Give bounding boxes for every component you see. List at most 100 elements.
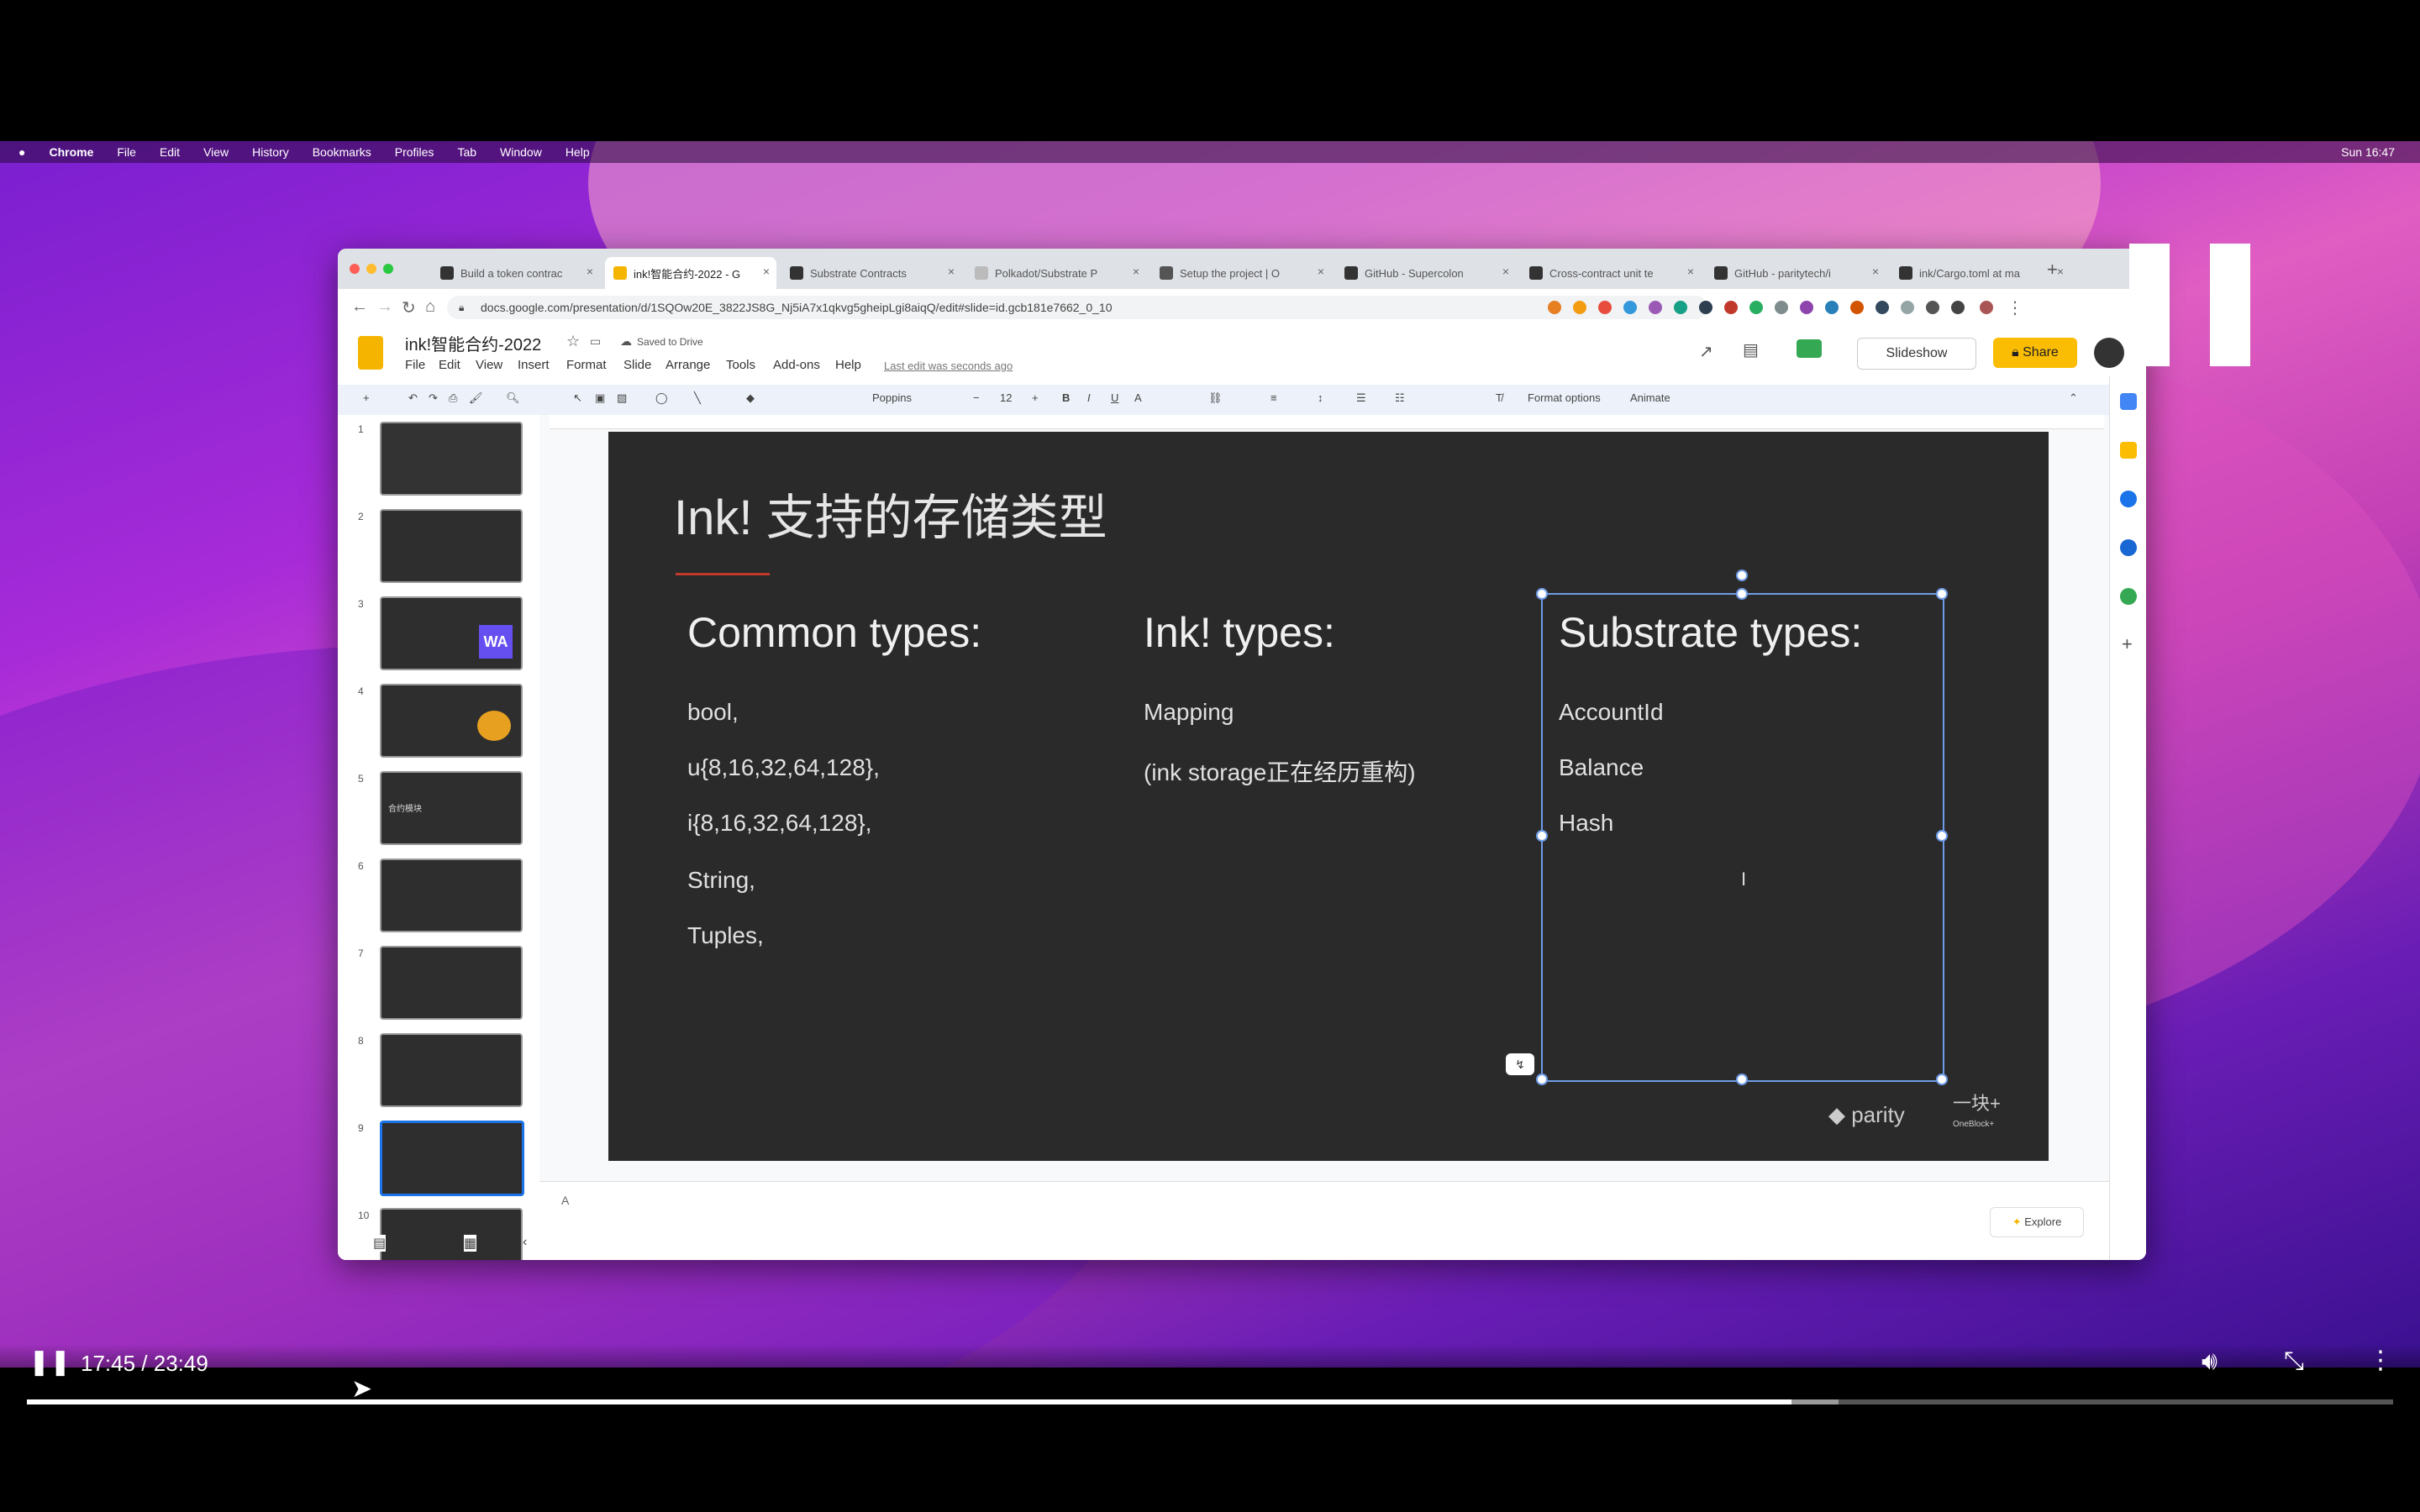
window-close-button[interactable] <box>350 264 360 274</box>
browser-tab[interactable]: Cross-contract unit te × <box>1521 257 1701 289</box>
column-heading-ink[interactable]: Ink! types: <box>1144 608 1335 657</box>
contacts-icon[interactable] <box>2120 539 2137 556</box>
collapse-panel-icon[interactable]: ‹ <box>523 1235 528 1250</box>
volume-icon[interactable]: 🔊︎ <box>2202 1347 2217 1376</box>
meet-icon[interactable] <box>1797 339 1822 358</box>
list-item[interactable]: i{8,16,32,64,128}, <box>687 810 872 837</box>
selected-textbox[interactable] <box>1541 593 1944 1082</box>
extension-icon[interactable] <box>1749 301 1763 314</box>
chrome-menu-icon[interactable]: ⋮ <box>2007 297 2023 318</box>
back-icon[interactable]: ← <box>351 297 368 317</box>
close-icon[interactable]: × <box>1687 265 1694 278</box>
extension-icon[interactable] <box>1649 301 1662 314</box>
extension-icon[interactable] <box>1926 301 1939 314</box>
apple-icon[interactable]: ● <box>18 145 25 159</box>
comment-icon[interactable]: ▤ <box>1743 339 1759 360</box>
browser-tab[interactable]: GitHub - paritytech/i × <box>1706 257 1886 289</box>
extension-icon[interactable] <box>1674 301 1687 314</box>
new-slide-icon[interactable]: + <box>363 391 370 404</box>
add-icon[interactable]: + <box>2122 633 2133 655</box>
font-size-decrease-icon[interactable]: − <box>973 391 980 404</box>
font-size-input[interactable]: 12 <box>1000 391 1012 404</box>
resize-handle[interactable] <box>1536 1074 1548 1085</box>
resize-handle[interactable] <box>1936 588 1948 600</box>
horizontal-ruler[interactable] <box>550 415 2104 429</box>
tasks-icon[interactable] <box>2120 491 2137 507</box>
paint-format-icon[interactable]: 🖌︎ <box>469 391 483 405</box>
resize-handle[interactable] <box>1936 830 1948 842</box>
more-options-icon[interactable]: ⋮ <box>2368 1346 2393 1375</box>
account-avatar[interactable] <box>2094 338 2124 368</box>
forward-icon[interactable]: → <box>376 297 393 317</box>
extension-icon[interactable] <box>1548 301 1561 314</box>
slideshow-button[interactable]: Slideshow <box>1857 338 1976 370</box>
line-spacing-icon[interactable]: ↕ <box>1318 391 1323 404</box>
slide-thumbnail[interactable] <box>380 684 523 758</box>
menu-format[interactable]: Format <box>566 358 607 372</box>
list-item[interactable]: Tuples, <box>687 922 764 949</box>
extension-icon[interactable] <box>1876 301 1889 314</box>
list-item[interactable]: String, <box>687 867 755 894</box>
shape-icon[interactable]: ◯ <box>655 391 668 405</box>
menubar-item-file[interactable]: File <box>117 145 136 159</box>
menu-tools[interactable]: Tools <box>726 358 755 372</box>
menu-addons[interactable]: Add-ons <box>773 358 820 372</box>
fill-color-icon[interactable]: ◆ <box>746 391 755 405</box>
undo-icon[interactable]: ↶ <box>408 391 418 405</box>
calendar-icon[interactable] <box>2120 393 2137 410</box>
reload-icon[interactable]: ↻ <box>402 297 416 318</box>
menu-arrange[interactable]: Arrange <box>666 358 710 372</box>
bold-icon[interactable]: B <box>1062 391 1070 404</box>
new-tab-button[interactable]: + <box>2047 259 2058 281</box>
image-icon[interactable]: ▨ <box>617 391 627 405</box>
clear-format-icon[interactable]: T̸ <box>1496 391 1502 404</box>
slide-thumbnail[interactable] <box>380 1033 523 1107</box>
extension-icon[interactable] <box>1825 301 1839 314</box>
menubar-item-profiles[interactable]: Profiles <box>395 145 434 159</box>
extension-icon[interactable] <box>1699 301 1712 314</box>
slide-thumbnail[interactable]: WA <box>380 596 523 670</box>
close-icon[interactable]: × <box>1872 265 1879 278</box>
line-icon[interactable]: ╲ <box>694 391 701 405</box>
textbox-icon[interactable]: ▣ <box>595 391 605 405</box>
slide-thumbnail[interactable] <box>380 858 523 932</box>
share-button[interactable]: 🔒︎ Share <box>1993 338 2077 368</box>
extension-icon[interactable] <box>1573 301 1586 314</box>
slide-thumbnail[interactable] <box>380 509 523 583</box>
extension-icon[interactable] <box>1724 301 1738 314</box>
extension-icon[interactable] <box>1623 301 1637 314</box>
format-options-button[interactable]: Format options <box>1528 391 1601 404</box>
redo-icon[interactable]: ↷ <box>429 391 438 405</box>
column-heading-common[interactable]: Common types: <box>687 608 981 657</box>
text-color-icon[interactable]: A <box>1134 391 1142 404</box>
resize-handle[interactable] <box>1736 1074 1748 1085</box>
extension-icon[interactable] <box>1800 301 1813 314</box>
window-minimize-button[interactable] <box>366 264 376 274</box>
list-item[interactable]: Mapping <box>1144 699 1234 726</box>
browser-tab-active[interactable]: ink!智能合约-2022 - G × <box>605 257 776 289</box>
numbered-list-icon[interactable]: ☷ <box>1395 391 1405 405</box>
extension-icon[interactable] <box>1850 301 1864 314</box>
resize-handle[interactable] <box>1536 830 1548 842</box>
animate-button[interactable]: Animate <box>1630 391 1670 404</box>
close-icon[interactable]: × <box>587 265 593 278</box>
pause-button[interactable]: ❚❚ <box>29 1347 71 1377</box>
list-item[interactable]: (ink storage正在经历重构) <box>1144 754 1416 788</box>
browser-tab[interactable]: Substrate Contracts × <box>781 257 961 289</box>
menubar-item-chrome[interactable]: Chrome <box>49 145 93 159</box>
close-icon[interactable]: × <box>763 265 770 278</box>
link-icon[interactable]: ⛓ <box>1208 391 1223 405</box>
slide-thumbnail[interactable] <box>380 422 523 496</box>
menubar-item-window[interactable]: Window <box>500 145 542 159</box>
menubar-item-edit[interactable]: Edit <box>160 145 180 159</box>
menubar-item-history[interactable]: History <box>252 145 289 159</box>
document-title[interactable]: ink!智能合约-2022 <box>405 331 541 355</box>
slide-thumbnail[interactable] <box>380 946 523 1020</box>
maps-icon[interactable] <box>2120 588 2137 605</box>
slide-title[interactable]: Ink! 支持的存储类型 <box>674 478 1107 549</box>
italic-icon[interactable]: I <box>1087 391 1091 404</box>
browser-tab[interactable]: GitHub - Supercolon × <box>1336 257 1516 289</box>
list-view-icon[interactable]: ▤ <box>373 1235 387 1252</box>
zoom-icon[interactable]: 🔍︎ <box>506 391 520 405</box>
menu-help[interactable]: Help <box>835 358 861 372</box>
